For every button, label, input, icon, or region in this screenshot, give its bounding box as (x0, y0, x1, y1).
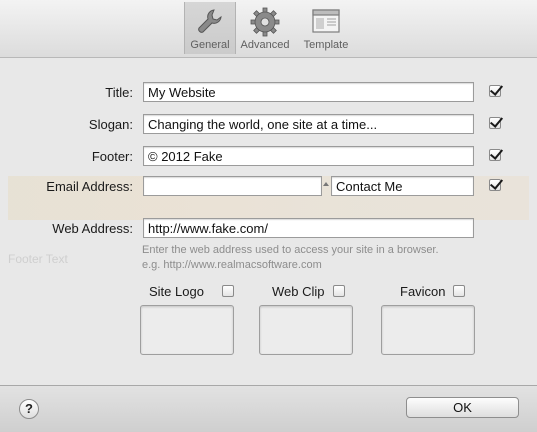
tab-general-label: General (190, 39, 230, 51)
title-label: Title: (105, 85, 133, 100)
wrench-icon (198, 9, 222, 33)
web-address-field[interactable]: http://www.fake.com/ (143, 218, 474, 238)
title-checkbox[interactable] (489, 85, 501, 97)
title-field[interactable]: My Website (143, 82, 474, 102)
web-address-help-line1: Enter the web address used to access you… (142, 244, 439, 256)
site-logo-checkbox[interactable] (222, 285, 234, 297)
footer-checkbox[interactable] (489, 149, 501, 161)
site-logo-label: Site Logo (149, 284, 204, 299)
ok-button[interactable]: OK (406, 397, 519, 418)
email-checkbox[interactable] (489, 179, 501, 191)
favicon-well[interactable] (381, 305, 475, 355)
web-address-label: Web Address: (52, 221, 133, 236)
help-button[interactable]: ? (19, 399, 39, 419)
slogan-label: Slogan: (88, 117, 133, 132)
web-address-help: Enter the web address used to access you… (142, 243, 439, 273)
web-clip-label: Web Clip (272, 284, 325, 299)
web-clip-checkbox[interactable] (333, 285, 345, 297)
link-arrow-icon (323, 182, 329, 186)
slogan-checkbox[interactable] (489, 117, 501, 129)
tab-general[interactable]: General (184, 2, 236, 54)
site-logo-well[interactable] (140, 305, 234, 355)
toolbar: General Advanced Template (0, 0, 537, 58)
email-label: Email Address: (46, 179, 133, 194)
web-clip-well[interactable] (259, 305, 353, 355)
tab-template-label: Template (303, 39, 349, 51)
gear-icon (250, 7, 280, 37)
favicon-checkbox[interactable] (453, 285, 465, 297)
email-link-text-field[interactable]: Contact Me (331, 176, 474, 196)
tab-advanced-label: Advanced (240, 39, 290, 51)
footer-label: Footer: (91, 149, 133, 164)
slogan-field[interactable]: Changing the world, one site at a time..… (143, 114, 474, 134)
footer-field[interactable]: © 2012 Fake (143, 146, 474, 166)
email-field[interactable] (143, 176, 322, 196)
tab-advanced[interactable]: Advanced (236, 2, 294, 54)
tab-template[interactable]: Template (297, 2, 355, 54)
web-address-help-line2: e.g. http://www.realmacsoftware.com (142, 259, 322, 271)
template-icon (312, 9, 340, 33)
background-footer-text: Footer Text (8, 252, 68, 266)
favicon-label: Favicon (400, 284, 446, 299)
bottom-bar: ? OK (0, 385, 537, 432)
